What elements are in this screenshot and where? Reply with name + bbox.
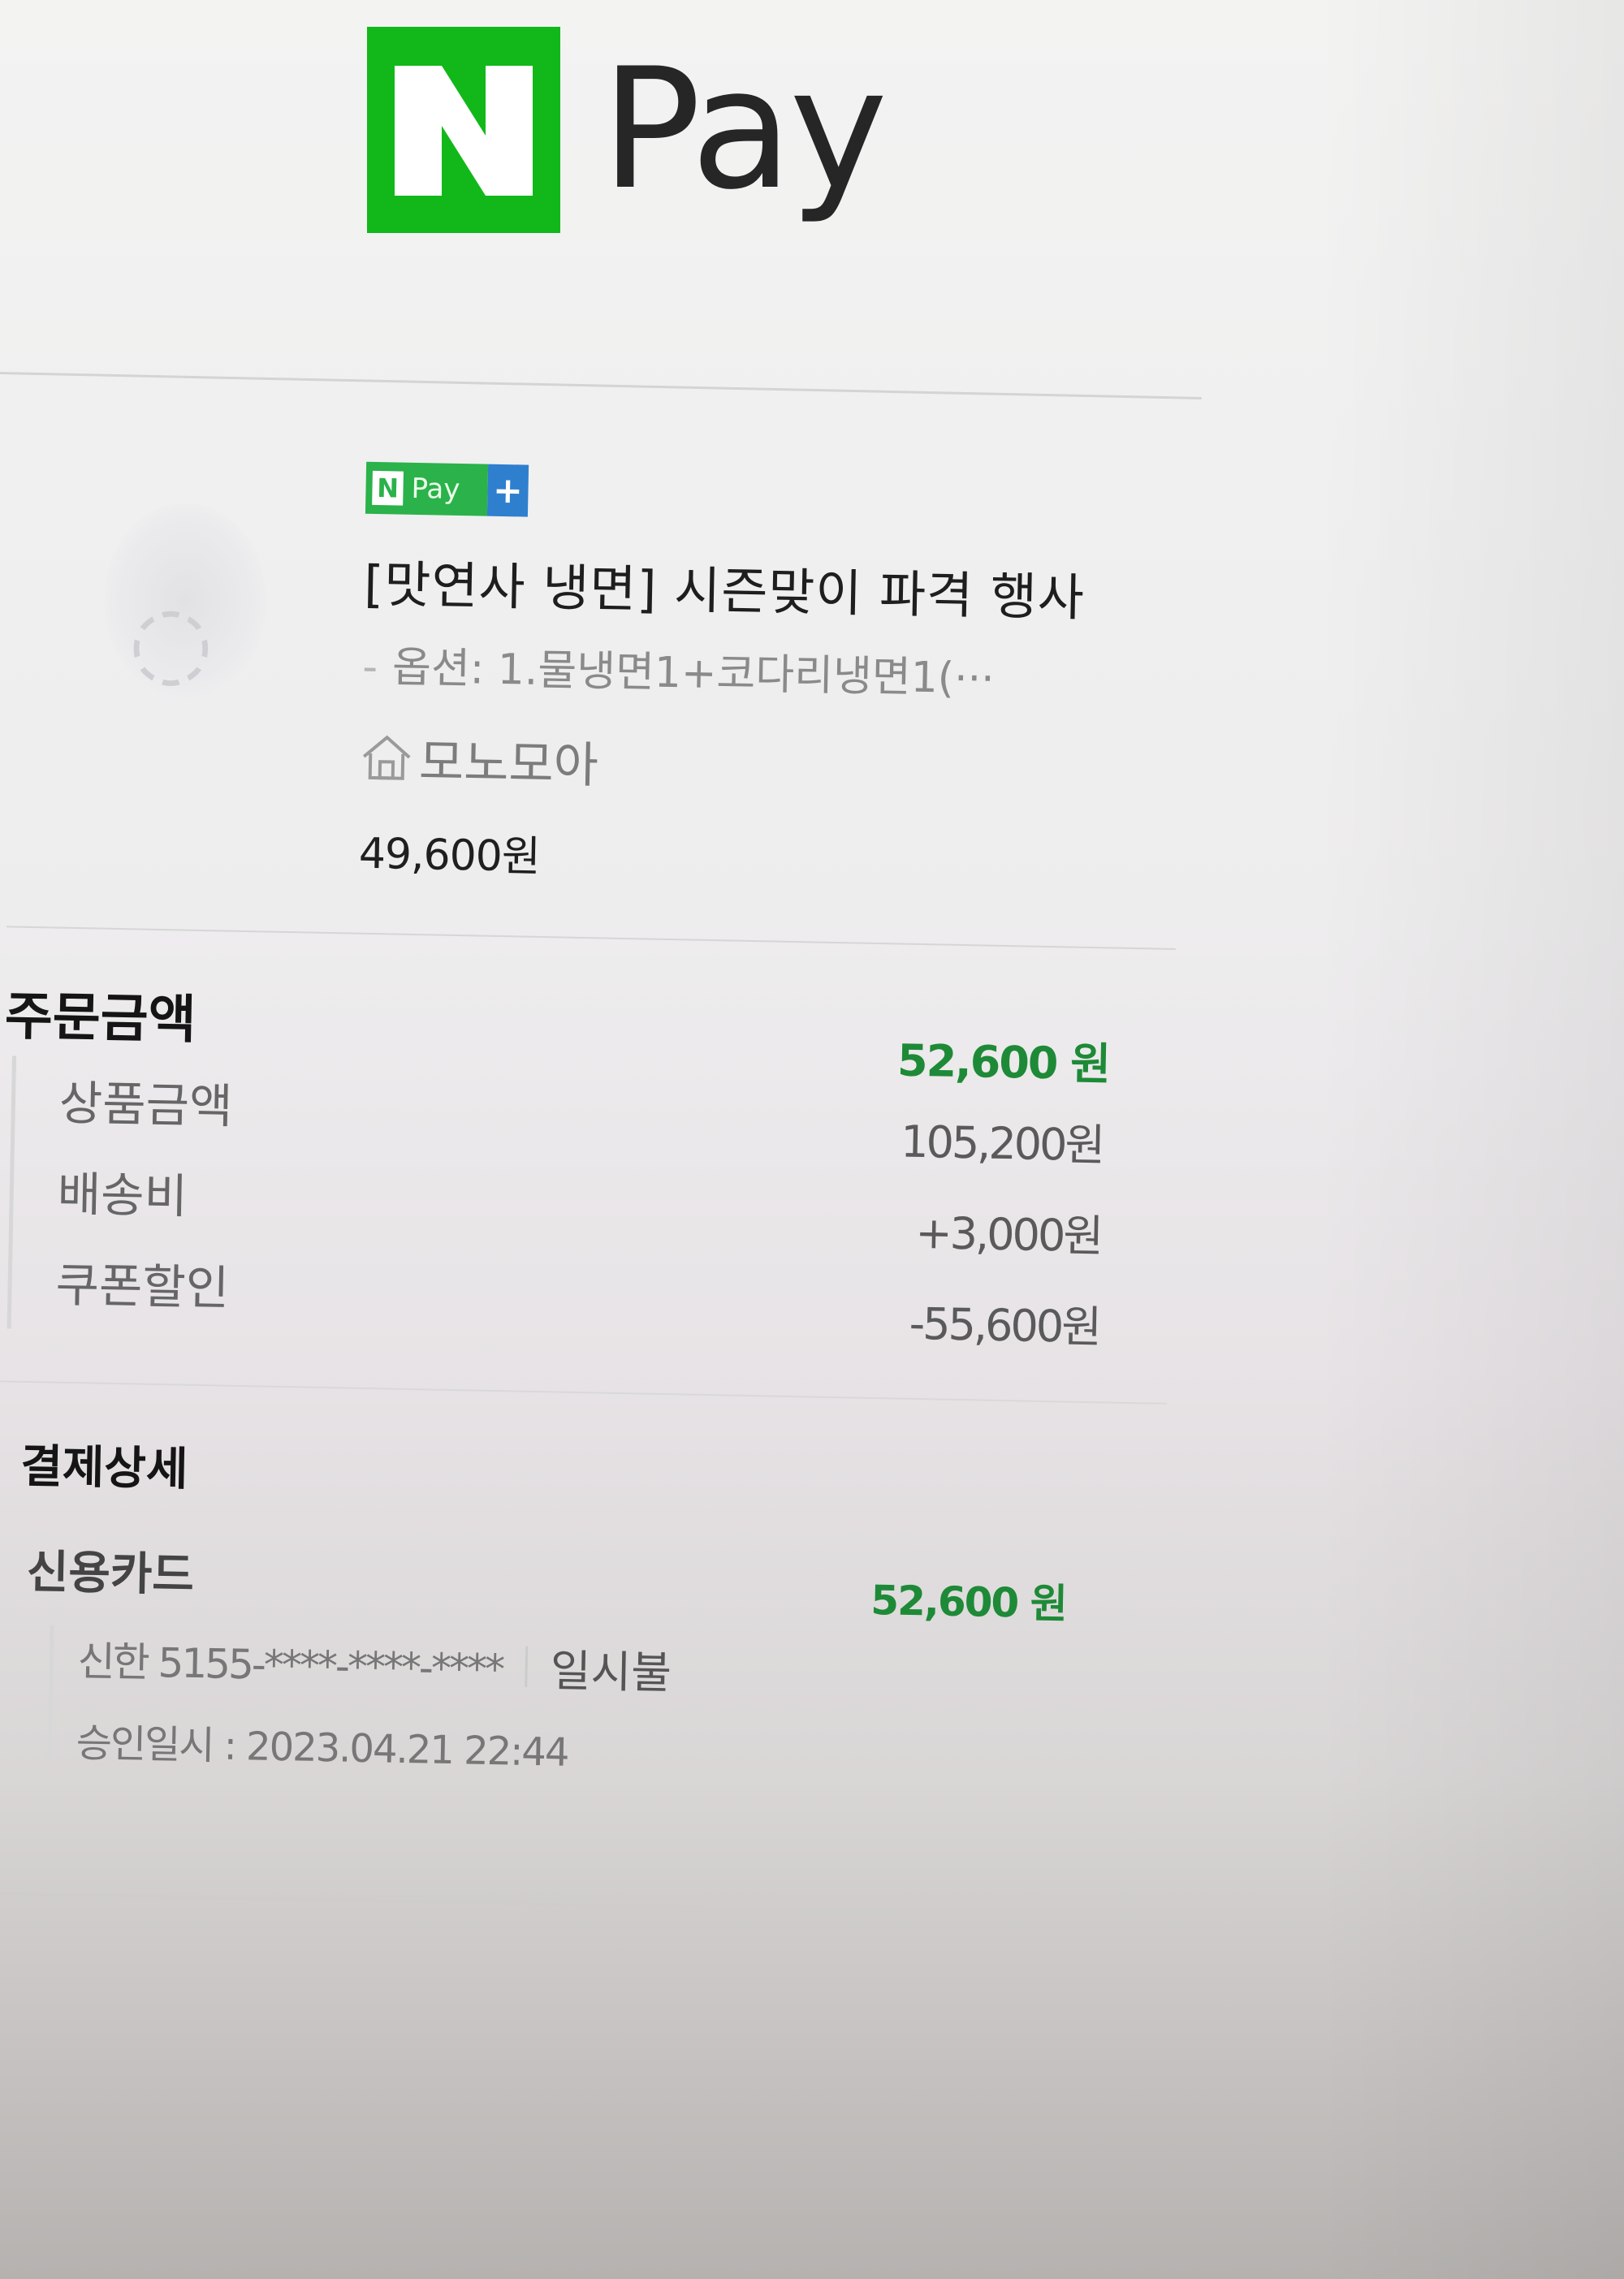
image-placeholder-icon: ◌ xyxy=(128,585,214,697)
installment-type: 일시불 xyxy=(550,1645,672,1699)
store-name: 모노모아 xyxy=(418,734,599,795)
npay-logo-n-mark xyxy=(367,27,560,233)
breakdown-value: -55,600원 xyxy=(909,1297,1100,1353)
bottom-divider xyxy=(0,1891,1165,1918)
payment-method: 신용카드 xyxy=(26,1545,195,1602)
npay-badge-text: Pay xyxy=(411,472,460,506)
npay-plus-badge: N Pay + xyxy=(365,461,529,517)
product-thumbnail[interactable]: ◌ xyxy=(96,487,274,706)
order-amount-title: 주문금액 xyxy=(4,986,197,1051)
breakdown-value: 105,200원 xyxy=(900,1116,1104,1172)
store-link[interactable]: 모노모아 xyxy=(360,722,599,797)
n-letter-icon xyxy=(395,66,533,196)
card-number: 신한 5155-****-****-**** xyxy=(77,1637,503,1693)
product-price: 49,600원 xyxy=(358,829,541,882)
product-option: - 옵션: 1.물냉면1+코다리냉면1(··· xyxy=(362,632,996,706)
breakdown-label: 쿠폰할인 xyxy=(54,1257,230,1316)
breakdown-label: 상품금액 xyxy=(58,1075,233,1134)
home-icon xyxy=(362,735,411,780)
npay-badge-green: N Pay xyxy=(365,461,489,516)
npay-logo-text: Pay xyxy=(601,32,888,227)
option-text: 옵션: 1.물냉면1+코다리냉면1(··· xyxy=(391,643,996,704)
product-title[interactable]: [맛연사 냉면] 시즌맞이 파격 행사 xyxy=(364,543,1086,630)
npay-logo: Pay xyxy=(367,24,888,235)
section-divider xyxy=(0,1380,1168,1405)
top-divider xyxy=(0,372,1202,399)
plus-icon: + xyxy=(486,464,529,517)
payment-amount: 52,600 원 xyxy=(870,1576,1067,1628)
order-amount-breakdown: 상품금액 105,200원 배송비 +3,000원 쿠폰할인 -55,600원 xyxy=(6,1055,1121,1353)
section-divider xyxy=(6,926,1176,951)
vertical-divider xyxy=(525,1646,529,1687)
card-info-row: 신한 5155-****-****-**** 일시불 xyxy=(77,1625,672,1701)
approval-datetime: 승인일시 : 2023.04.21 22:44 xyxy=(76,1720,568,1776)
breakdown-value: +3,000원 xyxy=(914,1206,1102,1263)
payment-detail-title: 결제상세 xyxy=(19,1439,189,1496)
npay-badge-n: N xyxy=(372,470,404,506)
screen-shade xyxy=(1315,0,1624,2279)
breakdown-label: 배송비 xyxy=(57,1166,188,1224)
option-prefix: - xyxy=(361,642,378,693)
receipt-content: N Pay + [맛연사 냉면] 시즌맞이 파격 행사 - 옵션: 1.물냉면1+… xyxy=(0,0,1218,1918)
card-detail: 신한 5155-****-****-**** 일시불 승인일시 : 2023.0… xyxy=(47,1625,672,1780)
